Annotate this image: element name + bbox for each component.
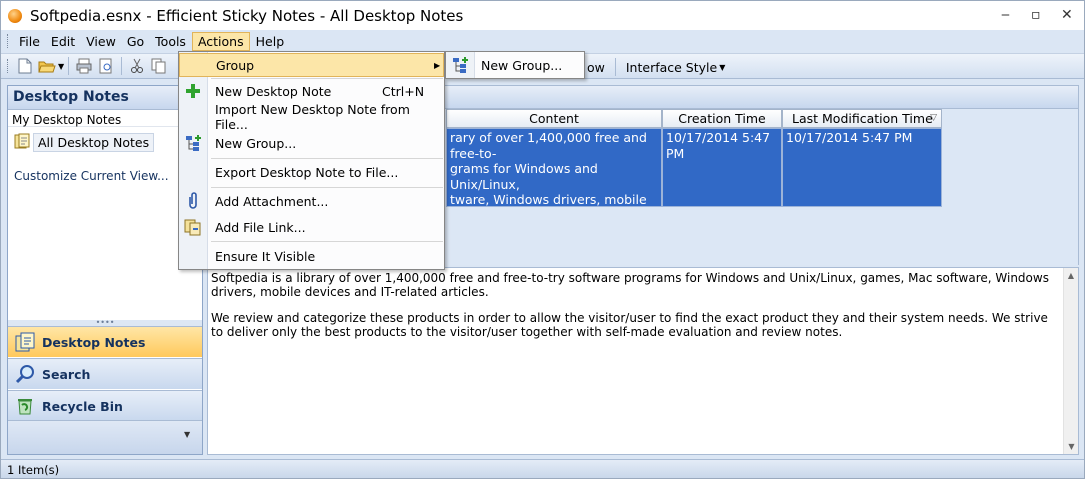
- nav-search[interactable]: Search: [8, 358, 202, 389]
- customize-view-link[interactable]: Customize Current View...: [14, 169, 202, 183]
- menu-actions[interactable]: Actions: [191, 31, 250, 51]
- menu-tools[interactable]: Tools: [150, 33, 191, 50]
- desktop-notes-icon: [14, 331, 36, 353]
- title-bar: Softpedia.esnx - Efficient Sticky Notes …: [1, 1, 1084, 30]
- paperclip-icon: [184, 192, 202, 210]
- menu-item-label: Import New Desktop Note from File...: [215, 102, 410, 132]
- new-group-icon: [451, 56, 469, 74]
- new-group-icon: [184, 134, 202, 152]
- nav-recycle-bin[interactable]: Recycle Bin: [8, 390, 202, 421]
- toolbar-grip: [7, 59, 10, 73]
- app-icon: [8, 8, 22, 23]
- column-header-label: Last Modification Time: [792, 111, 933, 126]
- menu-file[interactable]: File: [14, 33, 45, 50]
- menu-item-label: Export Desktop Note to File...: [215, 164, 399, 180]
- menubar-grip: [7, 34, 10, 48]
- window-button[interactable]: ow: [581, 60, 611, 75]
- left-pane-subheader: My Desktop Notes: [8, 110, 202, 127]
- nav-pane-footer: ▼: [8, 420, 202, 454]
- menu-item-ensure-visible[interactable]: Ensure It Visible: [179, 244, 444, 268]
- menu-item-add-attachment[interactable]: Add Attachment...: [179, 189, 444, 213]
- toolbar-separator: [68, 57, 70, 75]
- minimize-button[interactable]: ‒: [1001, 7, 1010, 23]
- tree-item-all-desktop-notes[interactable]: All Desktop Notes: [14, 133, 202, 152]
- table-row-creation-cell[interactable]: 10/17/2014 5:47 PM: [662, 128, 782, 207]
- menu-item-add-file-link[interactable]: Add File Link...: [179, 215, 444, 239]
- copy-icon[interactable]: [150, 57, 168, 75]
- filter-icon[interactable]: ▽: [930, 110, 937, 127]
- window-title: Softpedia.esnx - Efficient Sticky Notes …: [30, 6, 464, 25]
- submenu-arrow-icon: ▶: [434, 60, 441, 70]
- scroll-up-icon[interactable]: ▲: [1064, 268, 1078, 283]
- status-bar: 1 Item(s): [1, 459, 1084, 478]
- menu-bar: File Edit View Go Tools Actions Help: [1, 30, 1084, 52]
- recycle-bin-icon: [14, 395, 36, 417]
- menu-item-new-group[interactable]: New Group...: [179, 131, 444, 155]
- menu-item-label: Ensure It Visible: [215, 248, 316, 264]
- plus-icon: [184, 82, 202, 100]
- cut-icon[interactable]: [128, 57, 146, 75]
- print-icon[interactable]: [75, 57, 93, 75]
- table-row-modification-cell[interactable]: 10/17/2014 5:47 PM: [782, 128, 942, 207]
- scroll-down-icon[interactable]: ▼: [1064, 439, 1079, 454]
- menu-item-label: Add File Link...: [215, 219, 306, 235]
- table-row-content-cell[interactable]: rary of over 1,400,000 free and free-to-…: [446, 128, 662, 207]
- menu-item-shortcut: Ctrl+N: [382, 83, 425, 99]
- open-folder-icon[interactable]: [38, 57, 56, 75]
- toolbar-separator: [121, 57, 123, 75]
- note-preview[interactable]: Softpedia is a library of over 1,400,000…: [207, 267, 1079, 455]
- menu-item-label: New Group...: [215, 135, 297, 151]
- close-button[interactable]: ✕: [1061, 7, 1073, 23]
- menu-item-label: Group: [216, 57, 255, 73]
- column-header-modification-time[interactable]: Last Modification Time ▽: [782, 109, 942, 128]
- nav-recycle-bin-label: Recycle Bin: [42, 398, 123, 414]
- menu-item-label: New Desktop Note: [215, 83, 332, 99]
- column-header-content[interactable]: Content: [446, 109, 662, 128]
- nav-configure-dropdown-icon[interactable]: ▼: [184, 430, 190, 439]
- new-file-icon[interactable]: [16, 57, 34, 75]
- menu-item-export-note[interactable]: Export Desktop Note to File...: [179, 160, 444, 184]
- open-dropdown-icon[interactable]: ▼: [58, 62, 64, 71]
- print-preview-icon[interactable]: [97, 57, 115, 75]
- submenu-item-new-group[interactable]: New Group...: [481, 58, 562, 73]
- toolbar-separator: [614, 58, 616, 76]
- menu-item-label: Add Attachment...: [215, 193, 329, 209]
- toolbar-right-buttons: ow Interface Style ▼: [581, 54, 725, 80]
- menu-go[interactable]: Go: [122, 33, 149, 50]
- preview-paragraph: We review and categorize these products …: [211, 311, 1048, 339]
- menu-view[interactable]: View: [81, 33, 121, 50]
- menu-edit[interactable]: Edit: [46, 33, 80, 50]
- preview-paragraph: Softpedia is a library of over 1,400,000…: [211, 271, 1049, 299]
- nav-desktop-notes-label: Desktop Notes: [42, 334, 146, 350]
- menu-item-import-note[interactable]: Import New Desktop Note from File...: [179, 102, 444, 132]
- actions-menu: Group ▶ New Desktop Note Ctrl+N Import N…: [178, 51, 445, 270]
- tree-item-label[interactable]: All Desktop Notes: [33, 133, 155, 152]
- menu-help[interactable]: Help: [251, 33, 290, 50]
- status-item-count: 1 Item(s): [7, 463, 60, 477]
- menu-separator: [211, 187, 443, 188]
- preview-scrollbar[interactable]: ▲ ▼: [1063, 268, 1078, 454]
- menu-separator: [211, 158, 443, 159]
- maximize-button[interactable]: ▫: [1031, 7, 1041, 23]
- left-pane-header: Desktop Notes: [8, 86, 202, 110]
- interface-style-button[interactable]: Interface Style: [620, 60, 723, 75]
- search-icon: [14, 363, 36, 385]
- left-pane: Desktop Notes My Desktop Notes All Deskt…: [7, 85, 203, 455]
- nav-desktop-notes[interactable]: Desktop Notes: [8, 326, 202, 357]
- notes-icon: [14, 133, 30, 152]
- column-header-creation-time[interactable]: Creation Time: [662, 109, 782, 128]
- group-submenu: New Group...: [445, 51, 585, 79]
- menu-item-group[interactable]: Group ▶: [179, 53, 444, 77]
- nav-search-label: Search: [42, 366, 91, 382]
- menu-item-new-desktop-note[interactable]: New Desktop Note Ctrl+N: [179, 79, 444, 103]
- menu-separator: [211, 241, 443, 242]
- interface-style-dropdown-icon[interactable]: ▼: [719, 63, 725, 72]
- file-link-icon: [184, 218, 202, 236]
